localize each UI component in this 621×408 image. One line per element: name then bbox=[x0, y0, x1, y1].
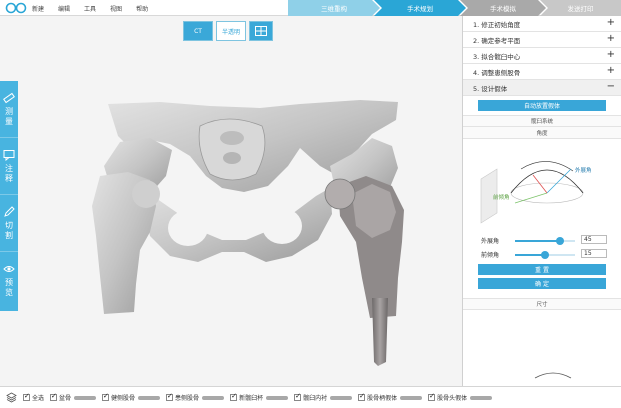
tool-annotate-label: 注释 bbox=[4, 163, 14, 184]
layer-femoral-head[interactable]: 股骨头假体 bbox=[428, 392, 493, 402]
anteversion-slider[interactable] bbox=[515, 251, 575, 259]
abduction-slider[interactable] bbox=[515, 237, 575, 245]
step-item-label: 1. 修正初始角度 bbox=[473, 20, 521, 29]
checkbox[interactable] bbox=[166, 392, 174, 401]
layer-label: 股骨头假体 bbox=[437, 395, 468, 402]
gizmo-abduction-label: 外展角 bbox=[575, 168, 592, 174]
step-item-reference-plane[interactable]: 2. 确定参考平面 + bbox=[463, 32, 621, 48]
opacity-slider[interactable] bbox=[470, 395, 493, 400]
tool-cut-label: 切割 bbox=[4, 220, 14, 241]
checkbox[interactable] bbox=[230, 392, 238, 401]
menu-item-new[interactable]: 新建 bbox=[32, 4, 44, 13]
checkbox[interactable] bbox=[50, 392, 58, 401]
confirm-button[interactable]: 确 定 bbox=[478, 278, 606, 289]
3d-viewport[interactable]: CT 半透明 bbox=[0, 16, 462, 386]
layer-label: 患侧股骨 bbox=[175, 395, 200, 402]
abduction-label: 外展角 bbox=[481, 238, 500, 245]
step-item-design-prosthesis[interactable]: 5. 设计假体 − bbox=[463, 80, 621, 96]
layer-affected-femur[interactable]: 患侧股骨 bbox=[166, 392, 225, 402]
pelvis-3d-model[interactable] bbox=[0, 16, 462, 386]
menu-item-edit[interactable]: 编辑 bbox=[58, 4, 70, 13]
workflow-steps: 三维重构 手术规划 手术模拟 发送打印 bbox=[288, 0, 621, 16]
tool-cut[interactable]: 切割 bbox=[0, 195, 18, 252]
tool-preview[interactable]: 预览 bbox=[0, 252, 18, 309]
layer-label: 全选 bbox=[32, 395, 45, 402]
layer-label: 盆骨 bbox=[59, 395, 72, 402]
layer-acetabular-cup[interactable]: 新髋臼杯 bbox=[230, 392, 289, 402]
step-item-acetabular-center[interactable]: 3. 拟合髋臼中心 + bbox=[463, 48, 621, 64]
checkbox[interactable] bbox=[102, 392, 110, 401]
layer-label: 股骨柄假体 bbox=[367, 395, 398, 402]
left-toolbar: 测量 注释 切割 预览 bbox=[0, 81, 18, 311]
anteversion-slider-handle[interactable] bbox=[541, 251, 549, 259]
layer-bar: 全选 盆骨 健侧股骨 患侧股骨 新髋臼杯 髋臼内衬 股骨柄假体 股骨头假体 bbox=[0, 386, 621, 408]
tool-measure[interactable]: 测量 bbox=[0, 81, 18, 138]
layers-icon bbox=[6, 392, 17, 403]
step-surgical-planning[interactable]: 手术规划 bbox=[374, 0, 466, 16]
expand-icon[interactable]: + bbox=[607, 33, 615, 44]
layer-acetabular-liner[interactable]: 髋臼内衬 bbox=[294, 392, 353, 402]
checkbox[interactable] bbox=[294, 392, 302, 401]
step-item-adjust-femur[interactable]: 4. 调整患侧股骨 + bbox=[463, 64, 621, 80]
checkbox[interactable] bbox=[23, 392, 30, 401]
tool-preview-label: 预览 bbox=[4, 278, 14, 298]
step-surgical-simulation[interactable]: 手术模拟 bbox=[460, 0, 546, 16]
tool-annotate[interactable]: 注释 bbox=[0, 138, 18, 195]
step-item-correct-angle[interactable]: 1. 修正初始角度 + bbox=[463, 16, 621, 32]
layer-pelvis[interactable]: 盆骨 bbox=[50, 392, 97, 402]
anteversion-input[interactable]: 15 bbox=[581, 249, 607, 258]
opacity-slider[interactable] bbox=[400, 395, 423, 400]
step-item-label: 5. 设计假体 bbox=[473, 84, 508, 93]
anteversion-label: 前倾角 bbox=[481, 252, 500, 259]
step-reconstruction[interactable]: 三维重构 bbox=[288, 0, 380, 16]
comment-icon bbox=[3, 149, 15, 161]
gizmo-anteversion-label: 前倾角 bbox=[493, 195, 510, 201]
layer-label: 新髋臼杯 bbox=[239, 395, 264, 402]
layer-femoral-stem[interactable]: 股骨柄假体 bbox=[358, 392, 423, 402]
step-item-label: 2. 确定参考平面 bbox=[473, 36, 521, 45]
angle-header: 角度 bbox=[463, 127, 621, 139]
opacity-slider[interactable] bbox=[138, 395, 161, 400]
size-gizmo-arc bbox=[534, 372, 572, 379]
layer-label: 健侧股骨 bbox=[111, 395, 136, 402]
eye-icon bbox=[3, 266, 15, 272]
tool-measure-label: 测量 bbox=[4, 106, 14, 127]
auto-place-prosthesis-button[interactable]: 自动放置假体 bbox=[478, 100, 606, 111]
abduction-slider-handle[interactable] bbox=[556, 237, 564, 245]
checkbox[interactable] bbox=[358, 392, 366, 401]
checkbox[interactable] bbox=[428, 392, 436, 401]
planning-panel: 1. 修正初始角度 + 2. 确定参考平面 + 3. 拟合髋臼中心 + 4. 调… bbox=[462, 16, 621, 386]
expand-icon[interactable]: + bbox=[607, 49, 615, 60]
expand-icon[interactable]: + bbox=[607, 17, 615, 28]
angle-gizmo-graphic bbox=[480, 161, 584, 224]
menu-item-help[interactable]: 帮助 bbox=[136, 4, 148, 13]
reset-button[interactable]: 重 置 bbox=[478, 264, 606, 275]
step-item-label: 3. 拟合髋臼中心 bbox=[473, 52, 521, 61]
acetabular-system-header[interactable]: 髋臼系统 bbox=[463, 115, 621, 127]
top-bar: 新建 编辑 工具 视图 帮助 三维重构 手术规划 手术模拟 发送打印 bbox=[0, 0, 621, 16]
expand-icon[interactable]: + bbox=[607, 65, 615, 76]
opacity-slider[interactable] bbox=[330, 395, 353, 400]
abduction-slider-fill bbox=[515, 240, 560, 242]
opacity-slider[interactable] bbox=[74, 395, 97, 400]
step-send-print[interactable]: 发送打印 bbox=[540, 0, 621, 16]
app-logo-icon bbox=[5, 2, 27, 14]
menu-item-tools[interactable]: 工具 bbox=[84, 4, 96, 13]
collapse-icon[interactable]: − bbox=[607, 81, 615, 92]
abduction-row: 外展角 45 bbox=[463, 233, 621, 247]
layer-healthy-femur[interactable]: 健侧股骨 bbox=[102, 392, 161, 402]
size-header[interactable]: 尺寸 bbox=[463, 298, 621, 310]
abduction-input[interactable]: 45 bbox=[581, 235, 607, 244]
anteversion-row: 前倾角 15 bbox=[463, 247, 621, 261]
angle-gizmo[interactable]: 外展角 前倾角 bbox=[463, 139, 621, 233]
opacity-slider[interactable] bbox=[266, 395, 289, 400]
layer-label: 髋臼内衬 bbox=[303, 395, 328, 402]
pen-icon bbox=[4, 205, 15, 217]
menu-bar: 新建 编辑 工具 视图 帮助 bbox=[32, 0, 162, 16]
ruler-icon bbox=[3, 92, 15, 103]
step-item-label: 4. 调整患侧股骨 bbox=[473, 68, 521, 77]
layer-select-all[interactable]: 全选 bbox=[23, 392, 45, 402]
menu-item-view[interactable]: 视图 bbox=[110, 4, 122, 13]
opacity-slider[interactable] bbox=[202, 395, 225, 400]
